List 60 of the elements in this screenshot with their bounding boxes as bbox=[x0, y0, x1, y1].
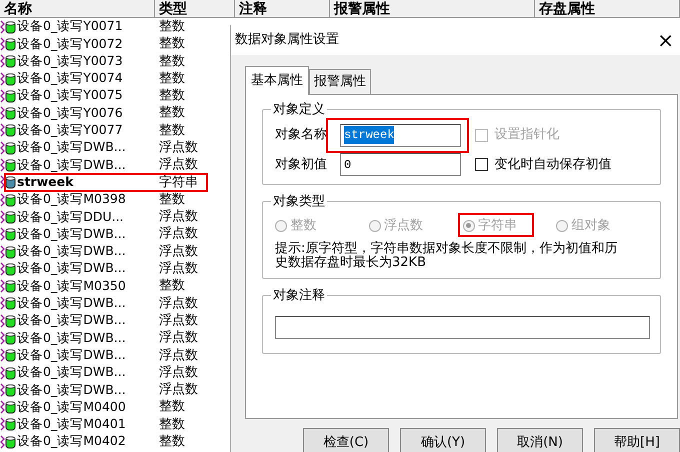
radio-label: 组对象 bbox=[572, 217, 610, 235]
object-name: strweek bbox=[17, 172, 74, 191]
object-type: 浮点数 bbox=[158, 138, 198, 157]
radio-label: 整数 bbox=[290, 217, 316, 235]
object-type: 浮点数 bbox=[158, 312, 198, 330]
object-type: 整数 bbox=[158, 87, 185, 106]
object-type: 浮点数 bbox=[158, 208, 198, 226]
radio-label: 浮点数 bbox=[384, 217, 423, 235]
object-name: 设备0_读写DWB... bbox=[17, 294, 126, 312]
object-name: 设备0_读写DWB... bbox=[17, 138, 126, 156]
object-type: 整数 bbox=[158, 398, 185, 416]
field-label: 对象初值 bbox=[275, 156, 327, 174]
object-name: 设备0_读写Y0076 bbox=[17, 104, 123, 122]
object-type: 浮点数 bbox=[158, 364, 198, 382]
object-type: 浮点数 bbox=[158, 294, 198, 313]
object-name: 设备0_读写M0402 bbox=[17, 432, 126, 450]
object-type: 字符串 bbox=[158, 174, 198, 192]
object-name: 设备0_读写Y0075 bbox=[17, 86, 123, 104]
object-name: 设备0_读写DWB... bbox=[17, 346, 126, 364]
object-name: 设备0_读写DWB... bbox=[17, 156, 126, 174]
object-type: 整数 bbox=[158, 122, 185, 140]
object-type: 整数 bbox=[158, 70, 185, 88]
object-type: 整数 bbox=[158, 433, 185, 452]
object-name: 设备0_读写M0400 bbox=[17, 398, 126, 416]
object-name: 设备0_读写Y0074 bbox=[17, 69, 123, 88]
object-type: 整数 bbox=[158, 190, 185, 209]
object-name: 设备0_读写DWB... bbox=[17, 259, 126, 278]
object-name: 设备0_读写DWB... bbox=[17, 242, 126, 260]
object-name: 设备0_读写M0350 bbox=[17, 276, 126, 295]
object-type: 浮点数 bbox=[158, 225, 198, 244]
object-type: 浮点数 bbox=[158, 242, 198, 261]
radio-label: 字符串 bbox=[478, 217, 517, 235]
object-type: 浮点数 bbox=[158, 329, 198, 348]
object-name: 设备0_读写M0401 bbox=[17, 415, 126, 434]
checkbox-label: 变化时自动保存初值 bbox=[494, 156, 612, 174]
window-title: 数据对象属性设置 bbox=[235, 31, 339, 50]
object-type: 整数 bbox=[158, 277, 185, 296]
object-name: 设备0_读写DWB... bbox=[17, 363, 126, 382]
object-type: 浮点数 bbox=[158, 156, 198, 174]
object-name: 设备0_读写Y0071 bbox=[17, 17, 123, 36]
object-type: 浮点数 bbox=[158, 346, 198, 365]
checkbox-label: 设置指针化 bbox=[494, 126, 560, 144]
object-type: 整数 bbox=[158, 104, 185, 122]
object-name: 设备0_读写DDU... bbox=[17, 208, 124, 226]
object-type: 整数 bbox=[158, 35, 185, 54]
object-name: 设备0_读写Y0073 bbox=[17, 52, 123, 70]
object-name: 设备0_读写Y0077 bbox=[17, 121, 123, 140]
object-type: 浮点数 bbox=[158, 260, 198, 278]
object-name: 设备0_读写DWB... bbox=[17, 380, 126, 399]
object-type: 整数 bbox=[158, 416, 185, 434]
object-name: 设备0_读写DWB... bbox=[17, 311, 126, 330]
object-name: 设备0_读写Y0072 bbox=[17, 34, 123, 53]
hint-text: 提示:原字符型，字符串数据对象长度不限制，作为初值和历史数据存盘时最长为32KB bbox=[275, 242, 618, 270]
object-name: 设备0_读写DWB... bbox=[17, 224, 126, 243]
field-label: 对象名称 bbox=[275, 126, 327, 144]
object-type: 整数 bbox=[158, 18, 185, 36]
object-name: 设备0_读写DWB... bbox=[17, 328, 126, 347]
object-name: 设备0_读写M0398 bbox=[17, 190, 126, 208]
object-type: 浮点数 bbox=[158, 381, 198, 400]
object-type: 整数 bbox=[158, 52, 185, 70]
